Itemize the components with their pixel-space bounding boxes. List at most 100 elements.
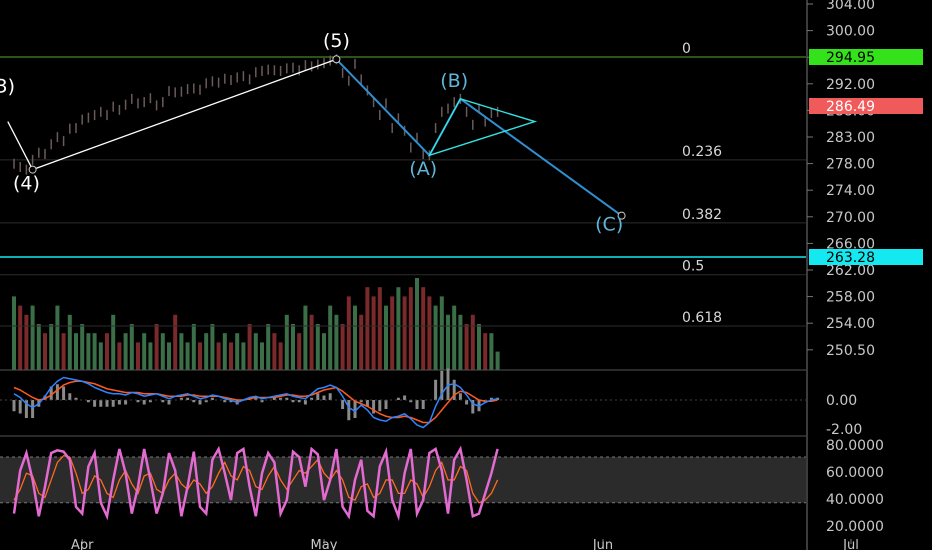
volume-bar: [253, 333, 258, 370]
volume-bar: [216, 342, 221, 370]
volume-bar: [396, 287, 401, 370]
macd-axis-label: 0.00: [826, 393, 857, 409]
volume-bar: [49, 324, 54, 370]
volume-bar: [408, 287, 413, 370]
fib-level-label: 0.5: [682, 259, 704, 275]
volume-bar: [483, 333, 488, 370]
price-axis-label: 270.00: [826, 210, 875, 226]
volume-bar: [198, 342, 202, 370]
volume-bar: [390, 296, 395, 370]
volume-bar: [235, 333, 240, 370]
price-axis-label: 254.00: [826, 316, 875, 332]
volume-bar: [80, 324, 85, 370]
stoch-axis-label: 60.0000: [826, 465, 884, 481]
volume-bar: [353, 305, 357, 370]
price-axis-label: 283.00: [826, 130, 875, 146]
volume-bar: [191, 324, 196, 370]
price-tag-label: 263.28: [826, 250, 875, 266]
volume-bar: [328, 305, 333, 370]
volume-bar: [377, 287, 382, 370]
volume-bar: [74, 333, 78, 370]
volume-bar: [173, 314, 178, 370]
volume-bar: [470, 314, 475, 370]
volume-bar: [30, 305, 35, 370]
price-axis-label: 278.00: [826, 157, 875, 173]
volume-bar: [464, 324, 469, 370]
volume-bar: [136, 342, 140, 370]
volume-bar: [346, 296, 351, 370]
volume-bar: [204, 333, 209, 370]
price-axis-label: 274.00: [826, 183, 875, 199]
volume-bar: [129, 324, 134, 370]
volume-bar: [284, 314, 289, 370]
volume-bar: [179, 333, 184, 370]
volume-bar: [117, 342, 122, 370]
time-axis-label: May: [311, 538, 338, 550]
stoch-axis-label: 20.0000: [826, 519, 884, 535]
volume-bar: [421, 287, 426, 370]
wave-label: (3): [0, 75, 15, 97]
volume-bar: [61, 333, 66, 370]
volume-bar: [260, 342, 264, 370]
volume-bar: [291, 324, 295, 370]
wave-label: (A): [409, 158, 437, 180]
volume-bar: [446, 314, 450, 370]
volume-bar: [266, 324, 271, 370]
price-tag-label: 286.49: [826, 99, 875, 115]
volume-bar: [452, 305, 457, 370]
volume-bar: [36, 324, 41, 370]
volume-bar: [272, 333, 277, 370]
volume-bar: [160, 333, 165, 370]
time-axis-label: Jun: [592, 538, 613, 550]
volume-bar: [371, 296, 376, 370]
volume-bar: [247, 324, 252, 370]
stoch-axis-label: 80.0000: [826, 438, 884, 454]
volume-bar: [123, 333, 128, 370]
volume-bar: [167, 342, 171, 370]
fib-level-label: 0.618: [682, 310, 722, 326]
volume-bar: [458, 314, 463, 370]
volume-bar: [278, 342, 283, 370]
volume-bar: [402, 296, 407, 370]
volume-bar: [222, 333, 227, 370]
volume-bar: [477, 324, 481, 370]
volume-bar: [309, 314, 314, 370]
volume-bar: [322, 333, 326, 370]
volume-bar: [489, 333, 494, 370]
volume-bar: [334, 314, 339, 370]
volume-bar: [98, 342, 103, 370]
volume-bar: [439, 296, 444, 370]
price-axis-label: 258.00: [826, 290, 875, 306]
volume-bar: [105, 333, 109, 370]
fib-level-label: 0: [682, 41, 691, 57]
price-axis-label: 250.50: [826, 343, 875, 359]
volume-bar: [111, 314, 116, 370]
volume-bar: [340, 324, 345, 370]
fib-level-label: 0.382: [682, 207, 722, 223]
price-axis-label: 292.00: [826, 77, 875, 93]
volume-bar: [433, 305, 438, 370]
volume-bar: [142, 333, 147, 370]
volume-bar: [365, 287, 370, 370]
volume-bar: [92, 333, 97, 370]
volume-bar: [24, 314, 29, 370]
volume-bar: [86, 333, 91, 370]
wave-label: (C): [595, 214, 623, 236]
trading-chart[interactable]: 0 0.236 0.382 0.5 0.618 (3) (4) (5) (A) (B) (C) 304…: [0, 0, 932, 550]
price-axis-label: 300.00: [826, 24, 875, 40]
stoch-axis-label: 40.0000: [826, 492, 884, 508]
price-tag-label: 294.95: [826, 50, 875, 66]
volume-bar: [229, 342, 233, 370]
volume-bar: [148, 342, 153, 370]
volume-bar: [384, 305, 388, 370]
wave-label: (4): [13, 173, 40, 195]
price-axis-label: 304.00: [826, 0, 875, 13]
volume-bar: [315, 324, 320, 370]
volume-bar: [303, 305, 308, 370]
volume-bar: [415, 278, 419, 370]
volume-bar: [210, 324, 215, 370]
wave-label: (5): [323, 30, 350, 52]
volume-bar: [43, 333, 47, 370]
volume-bar: [427, 296, 432, 370]
volume-bar: [67, 314, 72, 370]
